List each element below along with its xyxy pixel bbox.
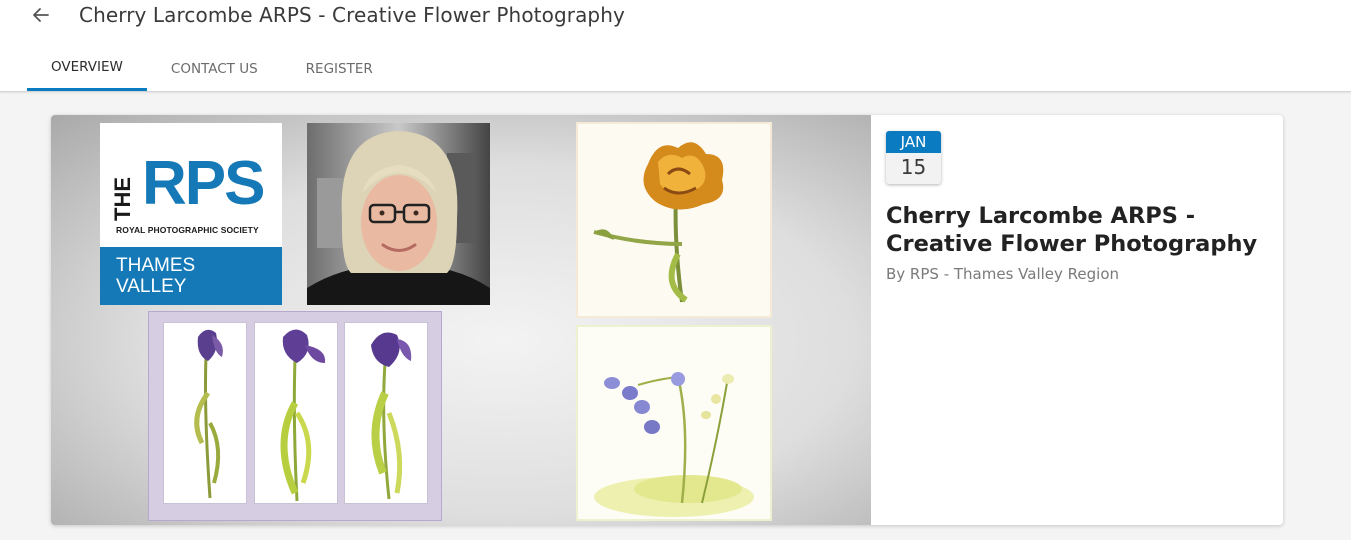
date-day: 15 xyxy=(900,155,927,179)
tab-overview[interactable]: OVERVIEW xyxy=(27,46,147,91)
tulip-panel-1 xyxy=(163,322,247,504)
tulip-1-illustration xyxy=(194,329,223,499)
bluebell-photo xyxy=(576,325,772,521)
page-title: Cherry Larcombe ARPS - Creative Flower P… xyxy=(79,3,625,27)
rps-letters: RPS xyxy=(142,149,265,218)
rps-society-text: ROYAL PHOTOGRAPHIC SOCIETY xyxy=(116,225,259,235)
event-banner-image: THE RPS ROYAL PHOTOGRAPHIC SOCIETY THAME… xyxy=(51,115,871,525)
svg-text:THE: THE xyxy=(110,177,135,221)
portrait-illustration xyxy=(307,123,490,305)
arrow-left-icon xyxy=(33,8,49,22)
event-organizer: By RPS - Thames Valley Region xyxy=(886,265,1120,283)
event-card[interactable]: THE RPS ROYAL PHOTOGRAPHIC SOCIETY THAME… xyxy=(51,115,1283,525)
back-button[interactable] xyxy=(28,2,54,28)
tulip-panel-3 xyxy=(344,322,428,504)
date-badge: JAN 15 xyxy=(886,131,941,184)
top-bar: Cherry Larcombe ARPS - Creative Flower P… xyxy=(0,0,1351,92)
tab-bar: OVERVIEW CONTACT US REGISTER xyxy=(27,46,397,92)
rps-logo: THE RPS ROYAL PHOTOGRAPHIC SOCIETY THAME… xyxy=(100,123,282,305)
tab-contact-us[interactable]: CONTACT US xyxy=(147,46,282,91)
orange-flower-illustration xyxy=(593,142,724,303)
date-month: JAN xyxy=(886,131,941,153)
tab-register[interactable]: REGISTER xyxy=(282,46,397,91)
orange-flower-photo xyxy=(576,122,772,318)
rps-the-wordmark: THE xyxy=(110,177,135,221)
tulips-triptych xyxy=(148,311,442,521)
tulip-panel-2 xyxy=(254,322,338,504)
event-title: Cherry Larcombe ARPS - Creative Flower P… xyxy=(886,203,1258,257)
rps-region-line2: VALLEY xyxy=(116,276,187,297)
rps-region-block: THAMES VALLEY xyxy=(100,247,282,305)
tulip-3-illustration xyxy=(371,332,412,500)
portrait-photo xyxy=(307,123,490,305)
rps-region-line1: THAMES xyxy=(116,255,196,276)
tulip-2-illustration xyxy=(280,329,326,502)
bluebell-illustration xyxy=(594,372,754,517)
